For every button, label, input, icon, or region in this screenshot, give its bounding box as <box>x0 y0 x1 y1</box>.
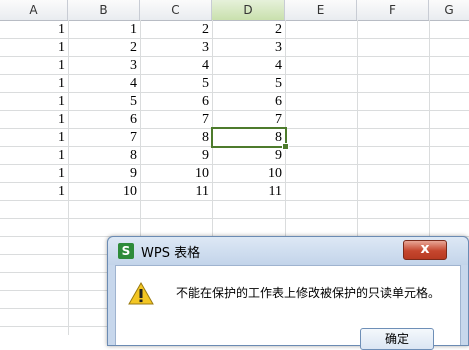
cell-c3[interactable]: 4 <box>140 56 212 75</box>
cell-b10[interactable]: 10 <box>68 182 140 201</box>
cell-a6[interactable]: 1 <box>0 110 68 129</box>
cell-d5[interactable]: 6 <box>212 92 285 111</box>
cell-b1[interactable]: 1 <box>68 20 140 39</box>
cell-d2[interactable]: 3 <box>212 38 285 57</box>
cell-a5[interactable]: 1 <box>0 92 68 111</box>
column-header-row: A B C D E F G <box>0 0 469 21</box>
column-header-e[interactable]: E <box>285 0 357 20</box>
dialog-titlebar[interactable]: S WPS 表格 x <box>108 237 468 265</box>
cell-c6[interactable]: 7 <box>140 110 212 129</box>
dialog-message: 不能在保护的工作表上修改被保护的只读单元格。 <box>176 286 441 300</box>
cell-d1[interactable]: 2 <box>212 20 285 39</box>
cell-b4[interactable]: 4 <box>68 74 140 93</box>
cell-b2[interactable]: 2 <box>68 38 140 57</box>
fill-handle[interactable] <box>282 143 289 150</box>
cell-c5[interactable]: 6 <box>140 92 212 111</box>
cell-c2[interactable]: 3 <box>140 38 212 57</box>
dialog-body: 不能在保护的工作表上修改被保护的只读单元格。 确定 <box>115 265 461 350</box>
cell-a2[interactable]: 1 <box>0 38 68 57</box>
ok-button[interactable]: 确定 <box>360 328 434 350</box>
close-button[interactable]: x <box>403 240 447 260</box>
cell-c1[interactable]: 2 <box>140 20 212 39</box>
row-gridline <box>0 218 469 219</box>
cell-c10[interactable]: 11 <box>140 182 212 201</box>
cell-b8[interactable]: 8 <box>68 146 140 165</box>
cell-a7[interactable]: 1 <box>0 128 68 147</box>
cell-b9[interactable]: 9 <box>68 164 140 183</box>
column-header-a[interactable]: A <box>0 0 68 20</box>
cell-b5[interactable]: 5 <box>68 92 140 111</box>
cell-d9[interactable]: 10 <box>212 164 285 183</box>
column-header-c[interactable]: C <box>140 0 212 20</box>
cell-d8[interactable]: 9 <box>212 146 285 165</box>
wps-app-icon: S <box>118 243 134 259</box>
column-header-d[interactable]: D <box>212 0 285 20</box>
cell-a10[interactable]: 1 <box>0 182 68 201</box>
cell-c8[interactable]: 9 <box>140 146 212 165</box>
wps-alert-dialog: S WPS 表格 x 不能在保护的工作表上修改被保护的只读单元格。 确定 <box>107 236 469 350</box>
cell-c7[interactable]: 8 <box>140 128 212 147</box>
cell-b7[interactable]: 7 <box>68 128 140 147</box>
cell-a1[interactable]: 1 <box>0 20 68 39</box>
cell-c9[interactable]: 10 <box>140 164 212 183</box>
cell-b3[interactable]: 3 <box>68 56 140 75</box>
active-cell-outline <box>211 127 287 148</box>
column-header-b[interactable]: B <box>68 0 140 20</box>
warning-icon <box>128 282 154 305</box>
cell-c4[interactable]: 5 <box>140 74 212 93</box>
cell-d10[interactable]: 11 <box>212 182 285 201</box>
column-header-f[interactable]: F <box>357 0 429 20</box>
dialog-title: WPS 表格 <box>141 246 201 261</box>
cell-a8[interactable]: 1 <box>0 146 68 165</box>
cell-a3[interactable]: 1 <box>0 56 68 75</box>
cell-a4[interactable]: 1 <box>0 74 68 93</box>
cell-b6[interactable]: 6 <box>68 110 140 129</box>
cell-d3[interactable]: 4 <box>212 56 285 75</box>
column-header-g[interactable]: G <box>429 0 469 20</box>
cell-d4[interactable]: 5 <box>212 74 285 93</box>
cell-a9[interactable]: 1 <box>0 164 68 183</box>
